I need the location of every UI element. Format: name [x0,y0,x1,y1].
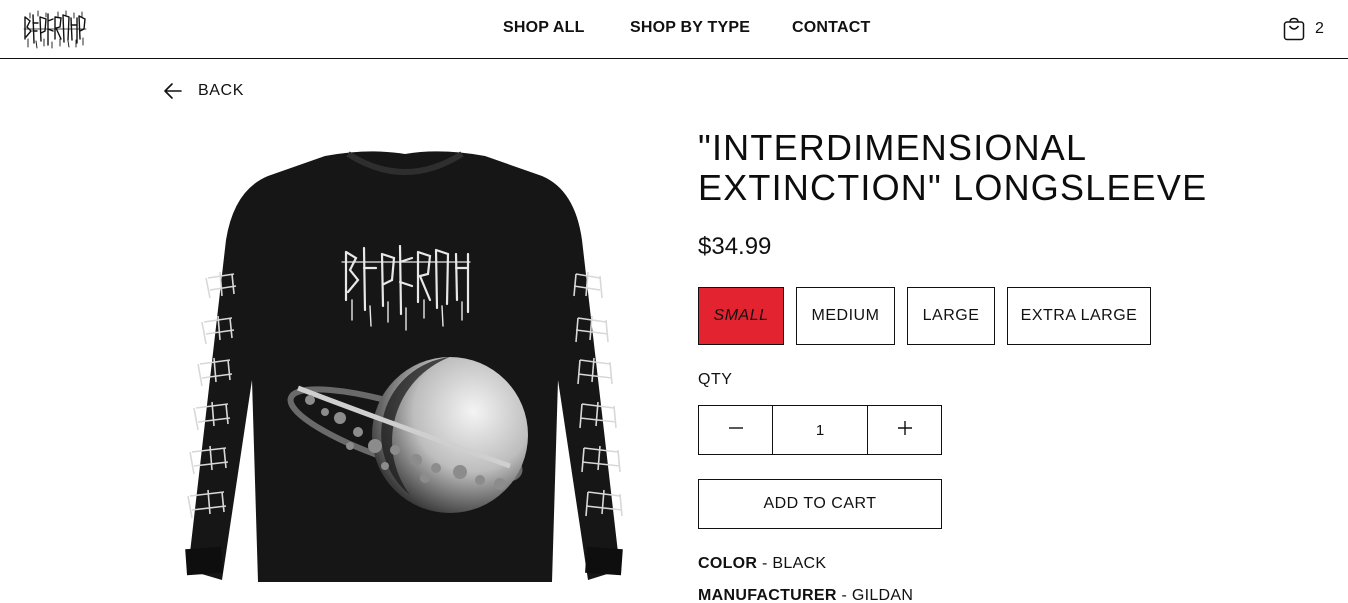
spec-manufacturer-key: MANUFACTURER [698,587,837,603]
size-option-small[interactable]: SMALL [698,287,784,345]
add-to-cart-button[interactable]: ADD TO CART [698,479,942,529]
site-header: SHOP ALL SHOP BY TYPE CONTACT 2 [0,0,1348,59]
longsleeve-shirt-image[interactable] [180,150,630,590]
qty-input[interactable]: 1 [772,406,868,454]
spec-color-sep: - [757,555,773,572]
qty-label: QTY [698,371,733,388]
spec-manufacturer: MANUFACTURER - GILDAN [698,587,913,603]
spec-color-value: BLACK [772,555,827,572]
spec-manufacturer-sep: - [836,587,852,603]
nav-shop-by-type[interactable]: SHOP BY TYPE [630,19,750,37]
size-option-large[interactable]: LARGE [907,287,995,345]
nav-contact[interactable]: CONTACT [792,19,870,37]
cart-count-badge: 2 [1315,20,1324,37]
nav-shop-all[interactable]: SHOP ALL [503,19,585,37]
plus-icon [896,419,914,442]
spec-color-key: COLOR [698,555,758,572]
product-title: "INTERDIMENSIONAL EXTINCTION" LONGSLEEVE [698,127,1208,208]
qty-decrease-button[interactable] [699,406,772,454]
cart-button[interactable]: 2 [1283,16,1333,42]
size-option-extra-large[interactable]: EXTRA LARGE [1007,287,1151,345]
quantity-stepper: 1 [698,405,942,455]
spec-color: COLOR - BLACK [698,555,826,573]
spec-manufacturer-value: GILDAN [851,587,914,603]
size-option-medium[interactable]: MEDIUM [796,287,895,345]
back-label: BACK [198,82,244,99]
band-logo-icon[interactable] [22,9,88,49]
shopping-bag-icon [1283,17,1305,41]
product-price: $34.99 [698,233,772,260]
back-link[interactable]: BACK [163,80,244,102]
minus-icon [727,419,745,442]
arrow-left-icon [163,82,183,100]
qty-increase-button[interactable] [868,406,941,454]
